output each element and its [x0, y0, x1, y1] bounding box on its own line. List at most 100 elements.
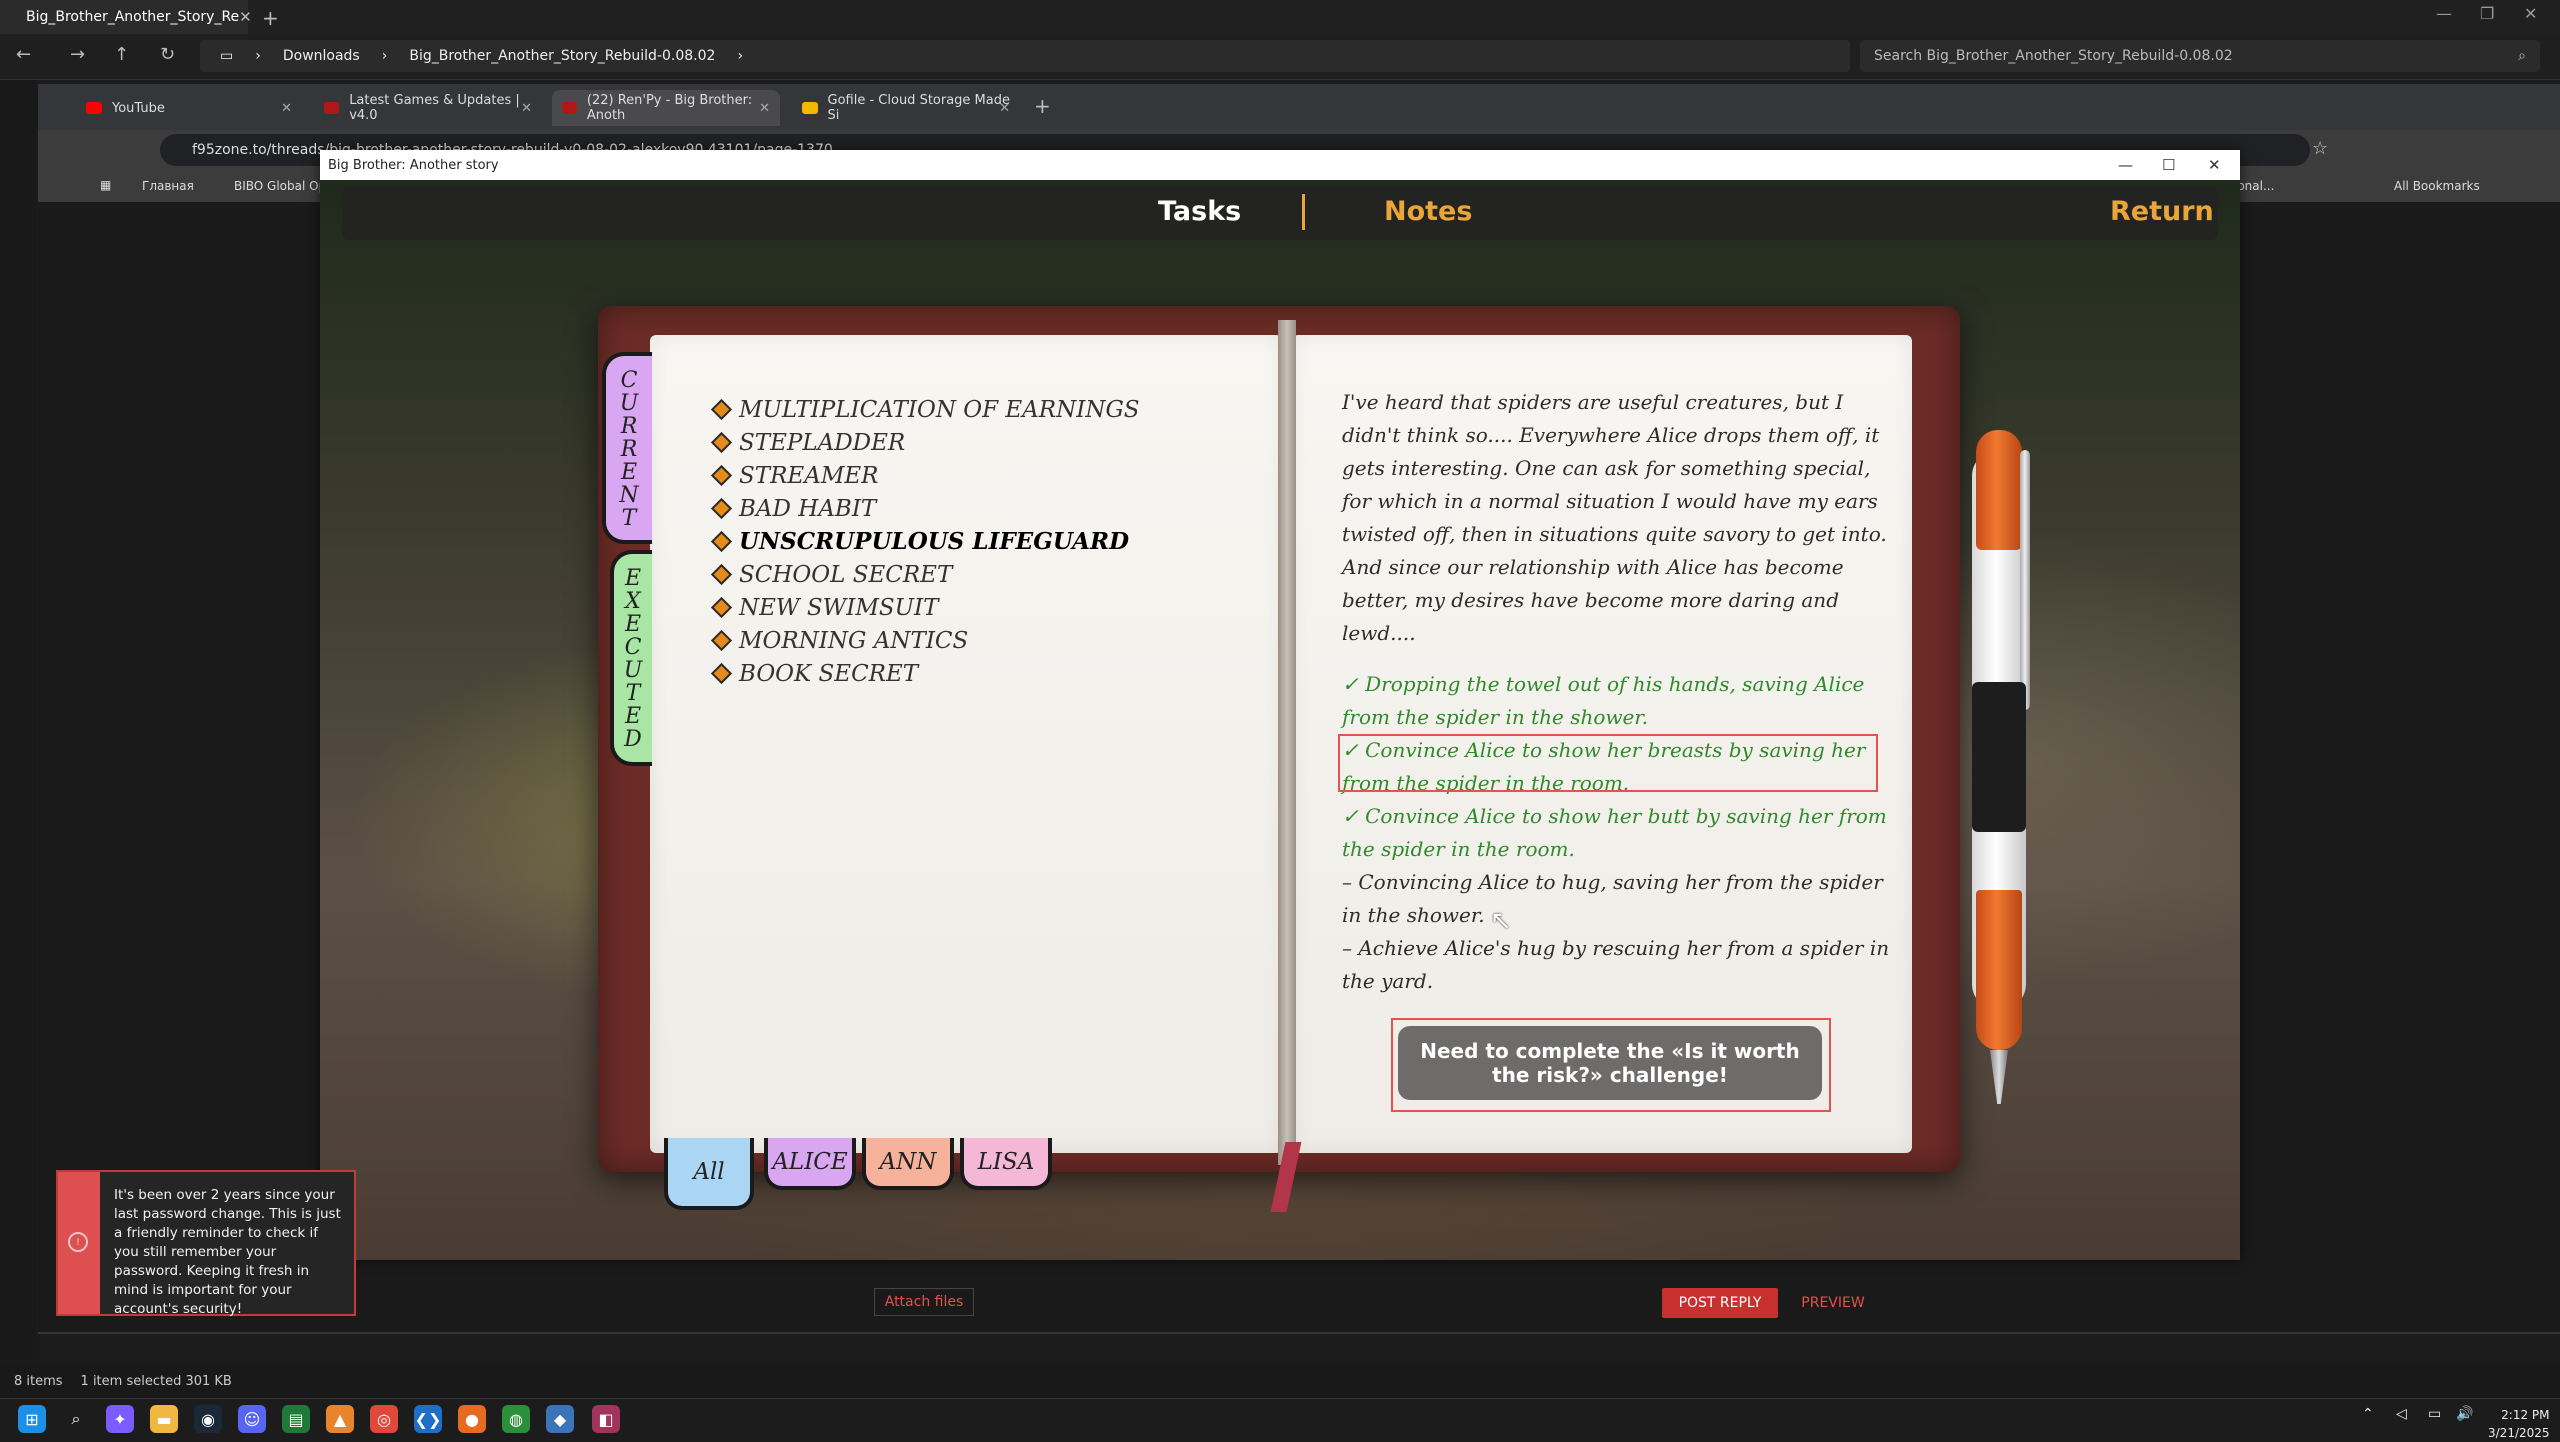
apps-icon[interactable]: ▦	[100, 178, 111, 192]
return-button[interactable]: Return	[2110, 196, 2214, 227]
monitor-icon: ▭	[220, 48, 234, 64]
explorer-nav-pane	[0, 80, 36, 1360]
windows-start-icon[interactable]: ⊞	[18, 1405, 46, 1433]
gofile-icon	[802, 102, 818, 114]
challenge-button[interactable]: Need to complete the «Is it worth the ri…	[1398, 1026, 1822, 1100]
bookmark-star-icon[interactable]: ☆	[2312, 138, 2328, 159]
status-selected: 1 item selected 301 KB	[80, 1373, 232, 1389]
clock[interactable]: 2:12 PM 3/21/2025	[2488, 1406, 2550, 1442]
notepad-icon[interactable]: ▤	[282, 1405, 310, 1433]
breadcrumb[interactable]: ▭ › Downloads › Big_Brother_Another_Stor…	[200, 40, 1850, 72]
close-window-icon[interactable]: ✕	[2524, 4, 2537, 23]
renpy-game-icon[interactable]: ◧	[592, 1405, 620, 1433]
vlc-icon[interactable]: ▲	[326, 1405, 354, 1433]
tab-youtube[interactable]: YouTube ✕	[76, 90, 302, 126]
tab-renpy-thread[interactable]: (22) Ren'Py - Big Brother: Anoth ✕	[552, 90, 780, 126]
search-icon[interactable]: ⌕	[62, 1405, 90, 1433]
tray-chevron-icon[interactable]: ⌃	[2362, 1406, 2374, 1422]
maximize-icon[interactable]: ❐	[2480, 4, 2494, 23]
tray-network-icon[interactable]: ◁	[2396, 1406, 2407, 1422]
char-tab-all[interactable]: All	[664, 1138, 754, 1210]
char-tab-ann[interactable]: ANN	[862, 1138, 954, 1190]
game-maximize-icon[interactable]: ☐	[2162, 150, 2175, 180]
game-window: Big Brother: Another story — ☐ ✕ Tasks N…	[320, 150, 2240, 1260]
breadcrumb-downloads[interactable]: Downloads	[283, 48, 360, 64]
refresh-icon[interactable]: ↻	[160, 44, 175, 65]
pen-grip	[1972, 682, 2026, 832]
up-icon[interactable]: ↑	[114, 44, 129, 65]
tab-executed[interactable]: EXECUTED	[610, 550, 652, 766]
task-item[interactable]: MULTIPLICATION OF EARNINGS	[712, 393, 1252, 426]
close-icon[interactable]: ✕	[999, 101, 1010, 116]
preview-button[interactable]: PREVIEW	[1790, 1288, 1876, 1318]
note-done-item: ✓ Dropping the towel out of his hands, s…	[1342, 672, 1865, 729]
all-bookmarks[interactable]: All Bookmarks	[2394, 179, 2480, 193]
new-tab-button[interactable]: +	[1034, 94, 1051, 118]
note-open-item-hovered[interactable]: – Convincing Alice to hug, saving her fr…	[1342, 866, 1890, 932]
copilot-icon[interactable]: ✦	[106, 1405, 134, 1433]
attach-files-button[interactable]: Attach files	[874, 1288, 974, 1316]
post-reply-button[interactable]: POST REPLY	[1662, 1288, 1778, 1318]
app-icon[interactable]: ◎	[370, 1405, 398, 1433]
close-icon[interactable]: ✕	[521, 101, 532, 116]
bookmark-bibo[interactable]: BIBO Global Op	[234, 179, 326, 193]
task-item[interactable]: MORNING ANTICS	[712, 624, 1252, 657]
chrome-icon[interactable]: ◍	[502, 1405, 530, 1433]
char-tab-lisa[interactable]: LISA	[960, 1138, 1052, 1190]
info-icon: !	[68, 1232, 88, 1252]
diamond-bullet-icon	[713, 665, 730, 682]
clock-date: 3/21/2025	[2488, 1426, 2550, 1440]
hover-highlight	[1338, 734, 1878, 792]
bookmark-overflow-label[interactable]: ional...	[2234, 179, 2274, 193]
tab-tasks[interactable]: Tasks	[1158, 196, 1241, 227]
minimize-icon[interactable]: —	[2436, 4, 2452, 23]
notes-paragraph: And since our relationship with Alice ha…	[1342, 555, 1844, 645]
explorer-tab[interactable]: Big_Brother_Another_Story_Re ✕	[0, 0, 252, 34]
close-icon[interactable]: ✕	[239, 8, 252, 26]
tab-current[interactable]: CURRENT	[602, 352, 652, 544]
tab-latest-games[interactable]: Latest Games & Updates | v4.0 ✕	[314, 90, 542, 126]
task-item-selected[interactable]: UNSCRUPULOUS LIFEGUARD	[712, 525, 1252, 558]
task-label: NEW SWIMSUIT	[739, 594, 939, 621]
task-label: BOOK SECRET	[739, 660, 919, 687]
task-item[interactable]: NEW SWIMSUIT	[712, 591, 1252, 624]
note-open-item[interactable]: – Achieve Alice's hug by rescuing her fr…	[1342, 932, 1890, 998]
file-explorer-icon[interactable]: ▬	[150, 1405, 178, 1433]
tab-gofile[interactable]: Gofile - Cloud Storage Made Si ✕	[792, 90, 1020, 126]
tray-display-icon[interactable]: ▭	[2428, 1406, 2441, 1422]
char-tab-alice[interactable]: ALICE	[764, 1138, 856, 1190]
task-item[interactable]: SCHOOL SECRET	[712, 558, 1252, 591]
explorer-search-input[interactable]: Search Big_Brother_Another_Story_Rebuild…	[1860, 40, 2540, 72]
vscode-icon[interactable]: ❮❯	[414, 1405, 442, 1433]
task-label: SCHOOL SECRET	[739, 561, 953, 588]
breadcrumb-folder[interactable]: Big_Brother_Another_Story_Rebuild-0.08.0…	[409, 48, 715, 64]
explorer-titlebar: Big_Brother_Another_Story_Re ✕ + — ❐ ✕	[0, 0, 2560, 34]
firefox-icon[interactable]: ●	[458, 1405, 486, 1433]
pen-cap	[1976, 430, 2022, 550]
close-icon[interactable]: ✕	[281, 101, 292, 116]
task-item[interactable]: BOOK SECRET	[712, 657, 1252, 690]
char-tab-label: ALICE	[772, 1149, 848, 1175]
task-item[interactable]: STREAMER	[712, 459, 1252, 492]
tray-volume-icon[interactable]: 🔊	[2456, 1406, 2473, 1422]
note-done-item: ✓ Convince Alice to show her butt by sav…	[1342, 804, 1887, 861]
task-item[interactable]: STEPLADDER	[712, 426, 1252, 459]
close-icon[interactable]: ✕	[759, 101, 770, 116]
diamond-bullet-icon	[713, 467, 730, 484]
diamond-bullet-icon	[713, 500, 730, 517]
search-placeholder: Search Big_Brother_Another_Story_Rebuild…	[1874, 48, 2233, 64]
mouse-cursor-icon: ↖	[1490, 906, 1512, 936]
back-icon[interactable]: ←	[16, 44, 31, 65]
notes-paragraph: I've heard that spiders are useful creat…	[1342, 390, 1887, 546]
game-minimize-icon[interactable]: —	[2118, 150, 2133, 180]
task-item[interactable]: BAD HABIT	[712, 492, 1252, 525]
notebook-spine	[1278, 320, 1296, 1165]
python-icon[interactable]: ◆	[546, 1405, 574, 1433]
bookmark-glavnaya[interactable]: Главная	[142, 179, 194, 193]
forward-icon[interactable]: →	[70, 44, 85, 65]
discord-icon[interactable]: ☺	[238, 1405, 266, 1433]
tab-notes[interactable]: Notes	[1384, 196, 1472, 227]
steam-icon[interactable]: ◉	[194, 1405, 222, 1433]
game-close-icon[interactable]: ✕	[2208, 150, 2221, 180]
new-tab-button[interactable]: +	[262, 6, 279, 30]
